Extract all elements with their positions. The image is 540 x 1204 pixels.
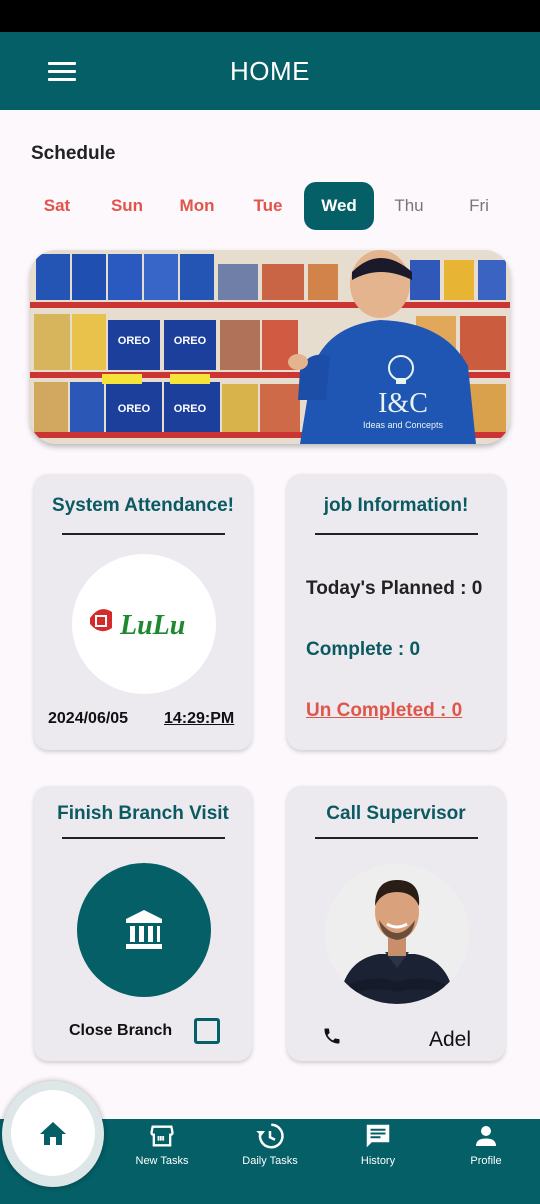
promo-banner: OREO OREO OREO OREO I&C Ideas and Concep… (30, 250, 510, 444)
svg-text:OREO: OREO (174, 403, 207, 415)
banner-logo-subtitle: Ideas and Concepts (363, 420, 444, 430)
nav-history-label: History (360, 1155, 396, 1167)
day-fri[interactable]: Fri (444, 182, 514, 230)
attendance-time: 14:29:PM (164, 710, 235, 727)
svg-text:OREO: OREO (118, 335, 151, 347)
nav-history[interactable]: History (333, 1121, 423, 1167)
history-clock-icon (256, 1123, 284, 1149)
complete-count: Complete : 0 (306, 639, 421, 660)
lulu-logo: LuLu (72, 554, 216, 694)
person-icon (476, 1126, 496, 1146)
call-supervisor-card[interactable]: Call Supervisor Adel (287, 786, 505, 1061)
nav-new-tasks-label: New Tasks (135, 1155, 189, 1167)
message-icon (366, 1124, 390, 1148)
finish-branch-button[interactable] (77, 863, 211, 997)
divider (315, 533, 478, 535)
page-title: HOME (230, 56, 310, 86)
schedule-title: Schedule (31, 143, 116, 164)
finish-branch-card: Finish Branch Visit Close Branch (34, 786, 252, 1061)
bank-icon (126, 910, 162, 949)
lulu-logo-text: LuLu (119, 610, 185, 641)
svg-text:OREO: OREO (174, 335, 207, 347)
day-sat[interactable]: Sat (22, 182, 92, 230)
job-info-title: job Information! (323, 495, 469, 516)
close-branch-checkbox[interactable] (194, 1018, 220, 1044)
home-button[interactable] (11, 1090, 95, 1176)
home-icon (40, 1122, 66, 1145)
close-branch-label: Close Branch (69, 1022, 173, 1039)
svg-text:OREO: OREO (118, 403, 151, 415)
phone-icon[interactable] (322, 1026, 342, 1046)
nav-profile[interactable]: Profile (441, 1121, 531, 1167)
supervisor-name: Adel (429, 1028, 472, 1051)
banner-logo-text: I&C (378, 388, 428, 419)
day-sun[interactable]: Sun (92, 182, 162, 230)
job-info-card: job Information! Today's Planned : 0 Com… (287, 474, 505, 750)
day-thu[interactable]: Thu (374, 182, 444, 230)
finish-branch-title: Finish Branch Visit (57, 803, 229, 824)
nav-daily-tasks-label: Daily Tasks (242, 1155, 298, 1167)
banner-image: OREO OREO OREO OREO I&C Ideas and Concep… (30, 250, 510, 444)
divider (62, 533, 225, 535)
planned-count: Today's Planned : 0 (306, 578, 483, 599)
schedule-day-selector: Sat Sun Mon Tue Wed Thu Fri (22, 182, 514, 230)
nav-profile-label: Profile (470, 1155, 502, 1167)
day-wed[interactable]: Wed (304, 182, 374, 230)
status-bar (0, 0, 540, 32)
app-bar: HOME (0, 32, 540, 110)
attendance-date: 2024/06/05 (48, 710, 129, 727)
attendance-title: System Attendance! (52, 495, 234, 516)
day-mon[interactable]: Mon (162, 182, 232, 230)
divider (315, 837, 478, 839)
call-supervisor-title: Call Supervisor (326, 803, 466, 824)
nav-new-tasks[interactable]: New Tasks (117, 1121, 207, 1167)
supervisor-avatar (325, 864, 469, 1004)
store-icon (150, 1125, 174, 1147)
uncompleted-link[interactable]: Un Completed : 0 (306, 700, 462, 722)
day-tue[interactable]: Tue (233, 182, 303, 230)
divider (62, 837, 225, 839)
attendance-card[interactable]: System Attendance! LuLu 2024/06/05 14:29… (34, 474, 252, 750)
nav-daily-tasks[interactable]: Daily Tasks (225, 1121, 315, 1167)
